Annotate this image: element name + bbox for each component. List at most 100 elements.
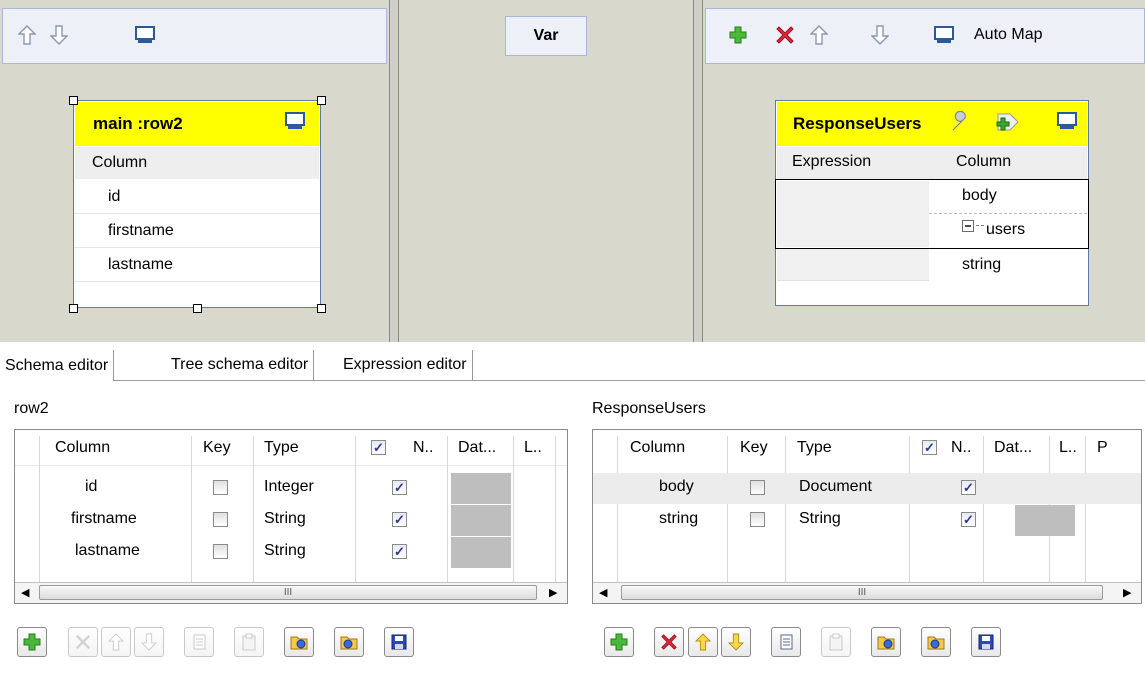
date-pattern-cell[interactable] (1015, 505, 1075, 536)
tab-expression-editor[interactable]: Expression editor (338, 350, 473, 380)
wrench-icon[interactable] (950, 110, 972, 133)
col-header-type[interactable]: Type (797, 430, 832, 466)
add-button[interactable] (17, 627, 47, 657)
scroll-left-icon[interactable]: ◀ (599, 586, 607, 599)
table-row[interactable]: id Integer ✓ (15, 473, 567, 504)
import-button[interactable] (284, 627, 314, 657)
nullable-checkbox[interactable]: ✓ (392, 480, 407, 495)
splitter-left[interactable] (389, 0, 399, 342)
resize-handle[interactable] (69, 96, 78, 105)
move-down-icon[interactable] (868, 23, 892, 47)
resize-handle[interactable] (193, 304, 202, 313)
horizontal-scrollbar[interactable]: ◀ III ▶ (593, 582, 1141, 603)
nullable-checkbox[interactable]: ✓ (392, 512, 407, 527)
delete-button[interactable] (654, 627, 684, 657)
minimize-icon[interactable] (1056, 111, 1078, 131)
col-header-length[interactable]: L.. (1059, 430, 1077, 466)
key-checkbox[interactable] (213, 512, 228, 527)
paste-button[interactable] (234, 627, 264, 657)
move-up-icon[interactable] (807, 23, 831, 47)
table-row[interactable]: id (74, 180, 320, 214)
tab-tree-schema-editor[interactable]: Tree schema editor (166, 350, 315, 380)
scroll-thumb[interactable]: III (39, 585, 537, 600)
table-row[interactable]: firstname String ✓ (15, 505, 567, 536)
var-header[interactable]: Var (505, 16, 587, 56)
copy-button[interactable] (771, 627, 801, 657)
nullable-checkbox[interactable]: ✓ (961, 480, 976, 495)
key-checkbox[interactable] (213, 544, 228, 559)
table-row[interactable]: string String ✓ (593, 505, 1141, 536)
move-up-button[interactable] (688, 627, 718, 657)
nullable-all-checkbox[interactable]: ✓ (922, 440, 937, 455)
key-checkbox[interactable] (213, 480, 228, 495)
input-table-row2[interactable]: main :row2 Column id firstname lastname (73, 100, 321, 308)
expression-cell[interactable] (777, 249, 929, 281)
save-button[interactable] (971, 627, 1001, 657)
col-header-type[interactable]: Type (264, 430, 299, 466)
col-header-length[interactable]: L.. (524, 430, 542, 466)
table-row-selected[interactable]: body Document ✓ (593, 473, 1141, 504)
expression-cell[interactable] (777, 181, 929, 247)
move-down-button[interactable] (134, 627, 164, 657)
resize-handle[interactable] (69, 304, 78, 313)
paste-button[interactable] (821, 627, 851, 657)
input-table-title: main :row2 (93, 114, 183, 133)
schema-grid-right[interactable]: Column Key Type ✓ N.. Dat... L.. P body … (592, 429, 1142, 604)
table-row[interactable]: firstname (74, 214, 320, 248)
scroll-thumb[interactable]: III (621, 585, 1103, 600)
move-down-icon[interactable] (47, 23, 71, 47)
col-header-precision[interactable]: P (1097, 430, 1108, 466)
col-header-key[interactable]: Key (740, 430, 768, 466)
delete-icon[interactable] (773, 23, 797, 47)
splitter-right[interactable] (693, 0, 703, 342)
table-row[interactable]: lastname String ✓ (15, 537, 567, 568)
schema-grid-left[interactable]: Column Key Type ✓ N.. Dat... L.. id Inte… (14, 429, 568, 604)
date-pattern-cell[interactable] (451, 537, 511, 568)
minimize-icon[interactable] (284, 111, 306, 131)
nullable-checkbox[interactable]: ✓ (961, 512, 976, 527)
export-button[interactable] (334, 627, 364, 657)
col-header-column[interactable]: Column (55, 430, 110, 466)
col-header-nullable[interactable]: N.. (413, 430, 433, 466)
copy-button[interactable] (184, 627, 214, 657)
date-pattern-cell[interactable] (451, 473, 511, 504)
tree-node-body[interactable]: body (962, 187, 997, 205)
key-checkbox[interactable] (750, 512, 765, 527)
export-button[interactable] (921, 627, 951, 657)
add-icon[interactable] (726, 23, 750, 47)
move-up-icon[interactable] (15, 23, 39, 47)
nullable-checkbox[interactable]: ✓ (392, 544, 407, 559)
import-button[interactable] (871, 627, 901, 657)
auto-map-icon[interactable] (932, 23, 956, 47)
col-header-nullable[interactable]: N.. (951, 430, 971, 466)
col-header-date[interactable]: Dat... (458, 430, 496, 466)
collapse-icon[interactable] (962, 219, 974, 232)
save-button[interactable] (384, 627, 414, 657)
move-up-button[interactable] (101, 627, 131, 657)
scroll-right-icon[interactable]: ▶ (1123, 586, 1131, 599)
output-table-responseusers[interactable]: ResponseUsers Expression Column body use… (775, 100, 1089, 306)
nullable-all-checkbox[interactable]: ✓ (371, 440, 386, 455)
col-header-key[interactable]: Key (203, 430, 231, 466)
key-checkbox[interactable] (750, 480, 765, 495)
horizontal-scrollbar[interactable]: ◀ III ▶ (15, 582, 567, 603)
date-pattern-cell[interactable] (451, 505, 511, 536)
table-row[interactable]: lastname (74, 248, 320, 282)
tree-node-string[interactable]: string (962, 256, 1001, 274)
expression-filter-icon[interactable] (994, 110, 1020, 134)
var-panel: Var (399, 0, 695, 342)
scroll-right-icon[interactable]: ▶ (549, 586, 557, 599)
delete-button[interactable] (68, 627, 98, 657)
minimize-icon[interactable] (133, 23, 157, 47)
tab-schema-editor[interactable]: Schema editor (0, 350, 115, 381)
tree-divider (929, 213, 1087, 214)
resize-handle[interactable] (317, 304, 326, 313)
col-header-column[interactable]: Column (630, 430, 685, 466)
resize-handle[interactable] (317, 96, 326, 105)
scroll-left-icon[interactable]: ◀ (21, 586, 29, 599)
move-down-button[interactable] (721, 627, 751, 657)
auto-map-button[interactable]: Auto Map (974, 26, 1042, 44)
tree-node-users[interactable]: users (986, 221, 1025, 239)
col-header-date[interactable]: Dat... (994, 430, 1032, 466)
add-button[interactable] (604, 627, 634, 657)
